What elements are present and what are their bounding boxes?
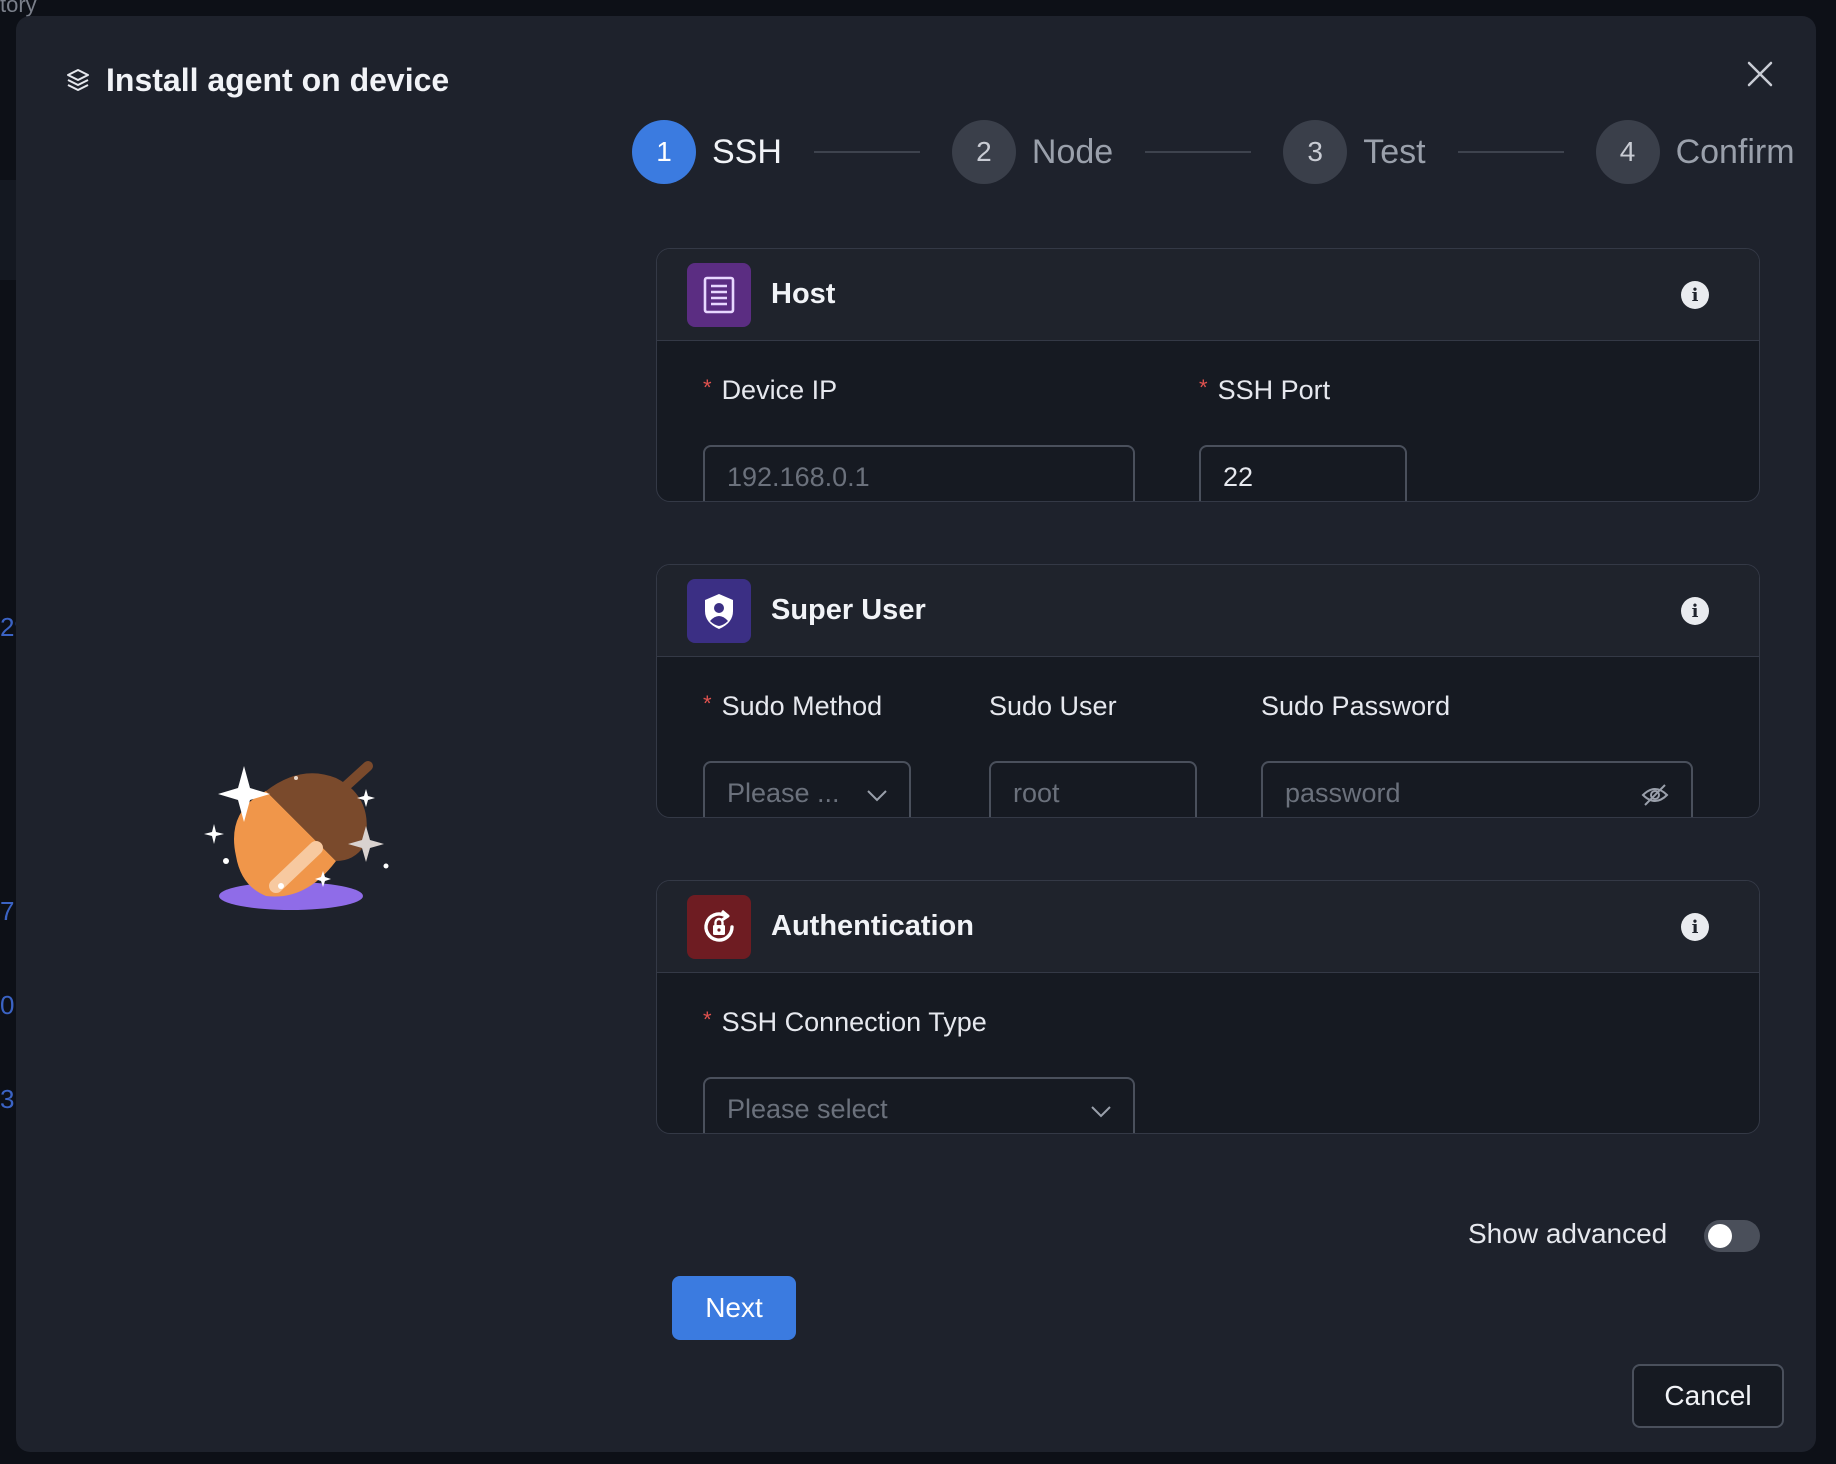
ssh-port-input[interactable]: 22 (1199, 445, 1407, 501)
close-icon (1747, 61, 1773, 87)
super-user-card-header: Super User i (657, 565, 1759, 657)
sudo-user-input[interactable]: root (989, 761, 1197, 817)
step-connector (1457, 151, 1564, 153)
card-title: Host (771, 278, 836, 310)
step-label: Test (1363, 132, 1426, 171)
authentication-card-header: Authentication i (657, 881, 1759, 973)
chevron-down-icon (1091, 1106, 1111, 1118)
select-placeholder: Please select (727, 1093, 888, 1124)
label-text: Sudo User (989, 691, 1117, 721)
package-icon (64, 67, 92, 95)
sudo-method-label: * Sudo Method (703, 691, 882, 722)
modal-title: Install agent on device (64, 62, 449, 99)
card-title: Authentication (771, 910, 974, 942)
ssh-port-label: * SSH Port (1199, 375, 1330, 406)
modal-title-text: Install agent on device (106, 62, 450, 98)
sudo-password-label: Sudo Password (1261, 691, 1450, 722)
show-advanced-label: Show advanced (1468, 1218, 1668, 1249)
select-placeholder: Please ... (727, 777, 840, 808)
step-label: Confirm (1675, 132, 1795, 171)
label-text: Sudo Password (1261, 691, 1451, 721)
next-button[interactable]: Next (672, 1276, 796, 1340)
step-label: SSH (712, 132, 782, 171)
close-button[interactable] (1742, 56, 1778, 92)
authentication-card: Authentication i * SSH Connection Type Pl… (656, 880, 1760, 1134)
step-node[interactable]: 2 Node (951, 120, 1114, 184)
ssh-connection-type-label: * SSH Connection Type (703, 1007, 987, 1038)
label-text: SSH Port (1217, 375, 1331, 405)
info-icon[interactable]: i (1681, 913, 1709, 941)
background-number: 7 (0, 896, 15, 926)
ssh-connection-type-select[interactable]: Please select (703, 1077, 1135, 1133)
stepper: 1 SSH 2 Node 3 Test 4 Confirm (632, 120, 1795, 184)
required-marker: * (703, 375, 712, 400)
eye-off-icon[interactable] (1641, 781, 1669, 809)
required-marker: * (703, 691, 712, 716)
chevron-down-icon (867, 790, 887, 802)
label-text: Device IP (721, 375, 838, 405)
password-placeholder: password (1285, 777, 1401, 808)
server-icon (687, 262, 751, 327)
step-ssh[interactable]: 1 SSH (632, 120, 782, 184)
host-card: Host i * Device IP 192.168.0.1 * SSH Port … (656, 248, 1760, 502)
step-test[interactable]: 3 Test (1283, 120, 1426, 184)
install-agent-modal: Install agent on device 1 SSH 2 Node 3 T… (16, 16, 1816, 1452)
card-title: Super User (771, 594, 926, 626)
lock-refresh-icon (687, 894, 751, 959)
shield-user-icon (687, 578, 751, 643)
step-number: 1 (632, 120, 696, 184)
step-confirm[interactable]: 4 Confirm (1595, 120, 1795, 184)
device-ip-input[interactable]: 192.168.0.1 (703, 445, 1135, 501)
step-number: 3 (1283, 120, 1348, 184)
label-text: SSH Connection Type (721, 1007, 987, 1037)
label-text: Sudo Method (721, 691, 883, 721)
cancel-button[interactable]: Cancel (1632, 1364, 1784, 1428)
step-number: 4 (1595, 120, 1660, 184)
super-user-card: Super User i * Sudo Method Please ... Sud… (656, 564, 1760, 818)
required-marker: * (1199, 375, 1208, 400)
info-icon[interactable]: i (1681, 597, 1709, 625)
show-advanced-toggle[interactable] (1704, 1220, 1760, 1252)
step-number: 2 (951, 120, 1016, 184)
sudo-method-select[interactable]: Please ... (703, 761, 911, 817)
device-ip-label: * Device IP (703, 375, 837, 406)
background-number: 0 (0, 990, 15, 1020)
step-connector (813, 151, 920, 153)
info-icon[interactable]: i (1681, 281, 1709, 309)
host-card-header: Host i (657, 249, 1759, 341)
step-label: Node (1031, 132, 1114, 171)
illustration-acorn (186, 736, 426, 936)
required-marker: * (703, 1007, 712, 1032)
toggle-knob (1708, 1224, 1732, 1248)
sudo-password-input[interactable]: password (1261, 761, 1693, 817)
sudo-user-label: Sudo User (989, 691, 1117, 722)
background-number: 3 (0, 1084, 15, 1114)
step-connector (1145, 151, 1252, 153)
